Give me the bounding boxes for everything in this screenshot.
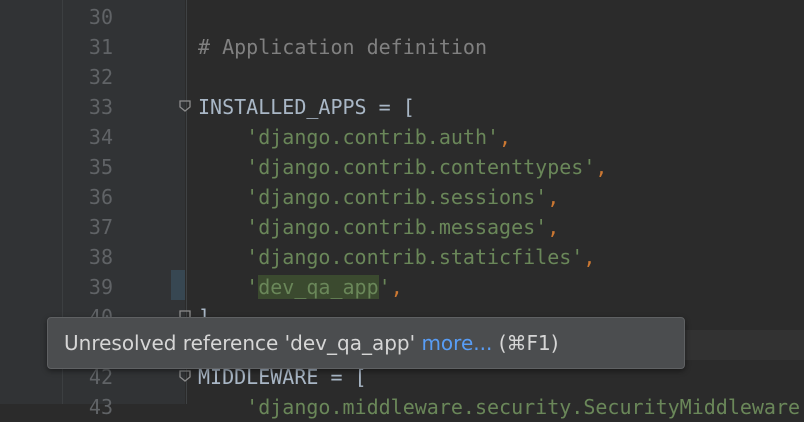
tooltip-more-link[interactable]: more... bbox=[421, 331, 492, 355]
line-number: 30 bbox=[88, 5, 113, 29]
code-line[interactable]: 36 'django.contrib.sessions', bbox=[0, 182, 804, 212]
code-token: , bbox=[583, 245, 596, 269]
code-token: ' bbox=[378, 275, 391, 299]
code-line[interactable]: 31 # Application definition bbox=[0, 32, 804, 62]
code-line[interactable]: 38 'django.contrib.staticfiles', bbox=[0, 242, 804, 272]
code-token: , bbox=[499, 125, 512, 149]
code-token: 'django.contrib.sessions' bbox=[246, 185, 548, 209]
code-text[interactable]: 'django.contrib.auth', bbox=[198, 122, 511, 152]
fold-arrow-icon[interactable] bbox=[178, 99, 192, 113]
line-number: 31 bbox=[88, 35, 113, 59]
tooltip-message: Unresolved reference 'dev_qa_app' bbox=[64, 331, 422, 355]
code-text[interactable]: 'django.contrib.sessions', bbox=[198, 182, 559, 212]
line-number: 37 bbox=[88, 215, 113, 239]
code-text[interactable]: 'django.middleware.security.SecurityMidd… bbox=[198, 392, 804, 422]
code-token: 'django.contrib.staticfiles' bbox=[246, 245, 584, 269]
code-token: 'django.contrib.auth' bbox=[246, 125, 500, 149]
code-line[interactable]: 33 INSTALLED_APPS = [ bbox=[0, 92, 804, 122]
code-line[interactable]: 39 'dev_qa_app', bbox=[0, 272, 804, 302]
code-text[interactable]: 'django.contrib.messages', bbox=[198, 212, 559, 242]
code-line[interactable]: 43 'django.middleware.security.SecurityM… bbox=[0, 392, 804, 422]
code-token: , bbox=[595, 155, 608, 179]
code-token: , bbox=[390, 275, 403, 299]
code-line[interactable]: 32 bbox=[0, 62, 804, 92]
code-token: 'django.middleware.security.SecurityMidd… bbox=[246, 395, 804, 419]
code-token: ' bbox=[246, 275, 259, 299]
code-line[interactable]: 37 'django.contrib.messages', bbox=[0, 212, 804, 242]
tooltip-shortcut: (⌘F1) bbox=[492, 331, 559, 355]
unresolved-reference-token: dev_qa_app bbox=[258, 275, 379, 299]
line-number: 43 bbox=[88, 395, 113, 419]
code-line[interactable]: 35 'django.contrib.contenttypes', bbox=[0, 152, 804, 182]
code-token: INSTALLED_APPS = [ bbox=[198, 95, 415, 119]
code-token: 'django.contrib.messages' bbox=[246, 215, 548, 239]
code-token: , bbox=[547, 215, 560, 239]
code-token: # Application definition bbox=[198, 35, 487, 59]
code-token: , bbox=[547, 185, 560, 209]
error-tooltip: Unresolved reference 'dev_qa_app' more..… bbox=[47, 317, 685, 369]
code-token: 'django.contrib.contenttypes' bbox=[246, 155, 596, 179]
code-text[interactable]: 'dev_qa_app', bbox=[198, 272, 403, 302]
line-number: 32 bbox=[88, 65, 113, 89]
line-number: 35 bbox=[88, 155, 113, 179]
line-number: 36 bbox=[88, 185, 113, 209]
line-number: 39 bbox=[88, 275, 113, 299]
code-text[interactable]: INSTALLED_APPS = [ bbox=[198, 92, 415, 122]
code-text[interactable]: 'django.contrib.contenttypes', bbox=[198, 152, 607, 182]
line-number: 34 bbox=[88, 125, 113, 149]
line-number: 33 bbox=[88, 95, 113, 119]
fold-arrow-icon[interactable] bbox=[178, 369, 192, 383]
code-text[interactable]: 'django.contrib.staticfiles', bbox=[198, 242, 595, 272]
code-line[interactable]: 34 'django.contrib.auth', bbox=[0, 122, 804, 152]
code-line[interactable]: 30 bbox=[0, 2, 804, 32]
line-number: 38 bbox=[88, 245, 113, 269]
code-text[interactable]: # Application definition bbox=[198, 32, 487, 62]
